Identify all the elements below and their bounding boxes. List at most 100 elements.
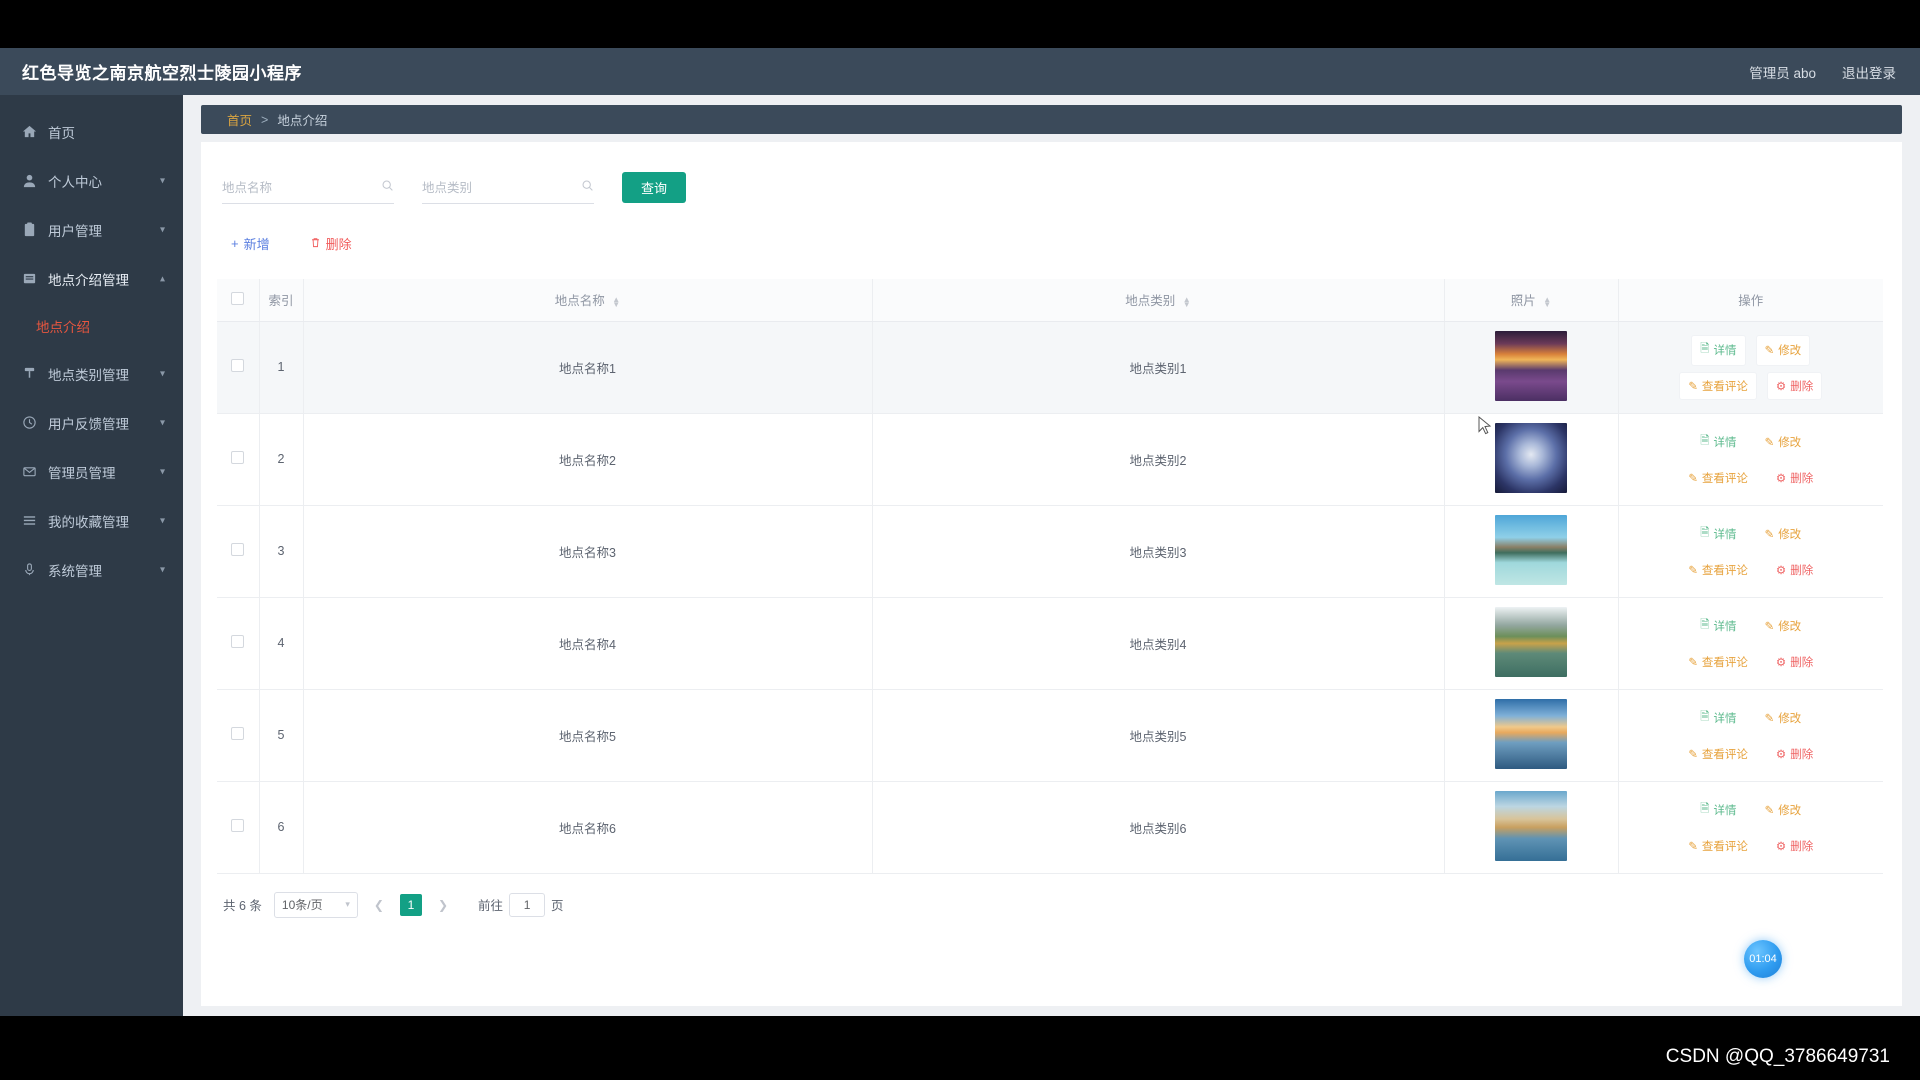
place-name-field[interactable] [222, 173, 394, 204]
sidebar-item-profile[interactable]: 个人中心 ▾ [0, 156, 183, 205]
edit-button[interactable]: ✎ 修改 [1755, 518, 1811, 550]
sidebar-item-admin-management[interactable]: 管理员管理 ▾ [0, 447, 183, 496]
book-icon [20, 270, 38, 288]
row-action-group: 🗎 详情 ✎ 修改 ✎ 查看评论 ⚙ 删除 [1656, 702, 1846, 768]
view-comments-button[interactable]: ✎ 查看评论 [1679, 371, 1757, 400]
search-icon[interactable] [381, 179, 394, 197]
row-delete-label: 删除 [1790, 840, 1814, 853]
sidebar-item-system-management[interactable]: 系统管理 ▾ [0, 545, 183, 594]
row-delete-button[interactable]: ⚙ 删除 [1766, 647, 1823, 676]
place-thumbnail[interactable] [1495, 330, 1567, 401]
search-icon[interactable] [581, 179, 594, 197]
prev-page-button[interactable]: ❮ [370, 898, 388, 912]
place-thumbnail[interactable] [1495, 698, 1567, 769]
table-row[interactable]: 5 地点名称5 地点类别5 🗎 详情 ✎ 修改 ✎ 查看评论 ⚙ 删除 [217, 689, 1883, 782]
query-button[interactable]: 查询 [622, 172, 687, 203]
edit-button-label: 修改 [1778, 621, 1802, 633]
sidebar-item-user-management[interactable]: 用户管理 ▾ [0, 205, 183, 254]
mic-icon [20, 561, 38, 579]
column-header-category[interactable]: 地点类别 ▲ ▼ [872, 279, 1445, 322]
row-name: 地点名称3 [303, 505, 873, 598]
row-name: 地点名称6 [303, 781, 873, 874]
detail-button[interactable]: 🗎 详情 [1691, 518, 1746, 550]
row-delete-button[interactable]: ⚙ 删除 [1766, 555, 1823, 584]
edit-button[interactable]: ✎ 修改 [1755, 426, 1811, 458]
place-thumbnail[interactable] [1495, 514, 1567, 585]
column-header-photo[interactable]: 照片 ▲ ▼ [1444, 279, 1619, 322]
row-checkbox[interactable] [231, 635, 245, 648]
row-delete-button[interactable]: ⚙ 删除 [1766, 831, 1823, 860]
place-category-input[interactable] [422, 181, 594, 195]
row-delete-button[interactable]: ⚙ 删除 [1766, 463, 1823, 492]
row-name: 地点名称5 [303, 689, 873, 782]
column-label: 索引 [268, 294, 294, 309]
row-category: 地点类别6 [872, 781, 1445, 874]
place-category-field[interactable] [422, 173, 594, 204]
detail-button[interactable]: 🗎 详情 [1691, 702, 1746, 734]
view-comments-button[interactable]: ✎ 查看评论 [1679, 463, 1757, 492]
breadcrumb: 首页 > 地点介绍 [201, 105, 1902, 134]
trash-icon: ⚙ [1775, 656, 1787, 669]
place-name-input[interactable] [222, 181, 394, 195]
pin-icon [20, 365, 38, 383]
edit-button[interactable]: ✎ 修改 [1755, 334, 1811, 366]
row-delete-button[interactable]: ⚙ 删除 [1766, 739, 1823, 768]
view-comments-button[interactable]: ✎ 查看评论 [1679, 739, 1757, 768]
detail-button[interactable]: 🗎 详情 [1691, 794, 1746, 826]
row-action-group: 🗎 详情 ✎ 修改 ✎ 查看评论 ⚙ 删除 [1656, 518, 1846, 584]
goto-page-input[interactable]: 1 [509, 892, 546, 917]
page-jump: 前往 1 页 [478, 892, 564, 917]
row-checkbox[interactable] [231, 819, 245, 832]
detail-button[interactable]: 🗎 详情 [1691, 426, 1746, 458]
row-checkbox[interactable] [231, 359, 245, 372]
sort-arrows-icon[interactable]: ▲ ▼ [612, 295, 620, 308]
sidebar-item-place-category-management[interactable]: 地点类别管理 ▾ [0, 349, 183, 398]
bulk-delete-button[interactable]: 删除 [310, 234, 352, 253]
row-category: 地点类别2 [872, 413, 1445, 506]
admin-app: 红色导览之南京航空烈士陵园小程序 管理员 abo 退出登录 首页 个人中心 ▾ … [0, 48, 1920, 1016]
table-row[interactable]: 2 地点名称2 地点类别2 🗎 详情 ✎ 修改 ✎ 查看评论 ⚙ 删除 [217, 413, 1883, 506]
table-row[interactable]: 3 地点名称3 地点类别3 🗎 详情 ✎ 修改 ✎ 查看评论 ⚙ 删除 [217, 505, 1883, 598]
sidebar-item-place-intro-management[interactable]: 地点介绍管理 ▴ [0, 254, 183, 303]
edit-button[interactable]: ✎ 修改 [1755, 794, 1811, 826]
sort-arrows-icon[interactable]: ▲ ▼ [1183, 295, 1191, 308]
view-comments-button[interactable]: ✎ 查看评论 [1679, 831, 1757, 860]
row-select-cell [217, 781, 260, 874]
table-row[interactable]: 1 地点名称1 地点类别1 🗎 详情 ✎ 修改 ✎ 查看评论 ⚙ 删除 [217, 321, 1883, 414]
view-comments-button[interactable]: ✎ 查看评论 [1679, 555, 1757, 584]
row-operations-cell: 🗎 详情 ✎ 修改 ✎ 查看评论 ⚙ 删除 [1618, 505, 1883, 598]
row-name: 地点名称2 [303, 413, 873, 506]
edit-button-label: 修改 [1778, 529, 1802, 541]
add-button[interactable]: + 新增 [231, 234, 270, 253]
select-all-checkbox[interactable] [231, 291, 245, 305]
row-delete-label: 删除 [1790, 380, 1814, 393]
place-thumbnail[interactable] [1495, 422, 1567, 493]
page-size-select[interactable]: 10条/页 ▾ [273, 891, 358, 918]
place-thumbnail[interactable] [1495, 790, 1567, 861]
column-header-name[interactable]: 地点名称 ▲ ▼ [303, 279, 873, 322]
next-page-button[interactable]: ❯ [434, 898, 452, 912]
edit-button[interactable]: ✎ 修改 [1755, 702, 1811, 734]
sidebar-item-my-favorites-management[interactable]: 我的收藏管理 ▾ [0, 496, 183, 545]
row-checkbox[interactable] [231, 543, 245, 556]
row-delete-button[interactable]: ⚙ 删除 [1766, 371, 1823, 400]
sidebar-item-user-feedback-management[interactable]: 用户反馈管理 ▾ [0, 398, 183, 447]
table-row[interactable]: 4 地点名称4 地点类别4 🗎 详情 ✎ 修改 ✎ 查看评论 ⚙ 删除 [217, 597, 1883, 690]
edit-button[interactable]: ✎ 修改 [1755, 610, 1811, 642]
sidebar-item-home[interactable]: 首页 [0, 107, 183, 156]
row-checkbox[interactable] [231, 451, 245, 464]
sort-arrows-icon[interactable]: ▲ ▼ [1543, 295, 1551, 308]
logout-button[interactable]: 退出登录 [1842, 62, 1896, 82]
view-comments-button[interactable]: ✎ 查看评论 [1679, 647, 1757, 676]
detail-button[interactable]: 🗎 详情 [1691, 610, 1746, 642]
sidebar-item-label: 用户反馈管理 [48, 416, 129, 432]
session-timer-badge[interactable]: 01:04 [1744, 940, 1782, 978]
place-thumbnail[interactable] [1495, 606, 1567, 677]
table-row[interactable]: 6 地点名称6 地点类别6 🗎 详情 ✎ 修改 ✎ 查看评论 ⚙ 删除 [217, 781, 1883, 874]
plus-icon: + [231, 236, 239, 251]
sidebar-subitem-place-intro[interactable]: 地点介绍 [0, 303, 183, 349]
page-number-1[interactable]: 1 [399, 893, 422, 916]
breadcrumb-home-link[interactable]: 首页 [227, 110, 252, 129]
detail-button[interactable]: 🗎 详情 [1691, 334, 1746, 366]
row-checkbox[interactable] [231, 727, 245, 740]
